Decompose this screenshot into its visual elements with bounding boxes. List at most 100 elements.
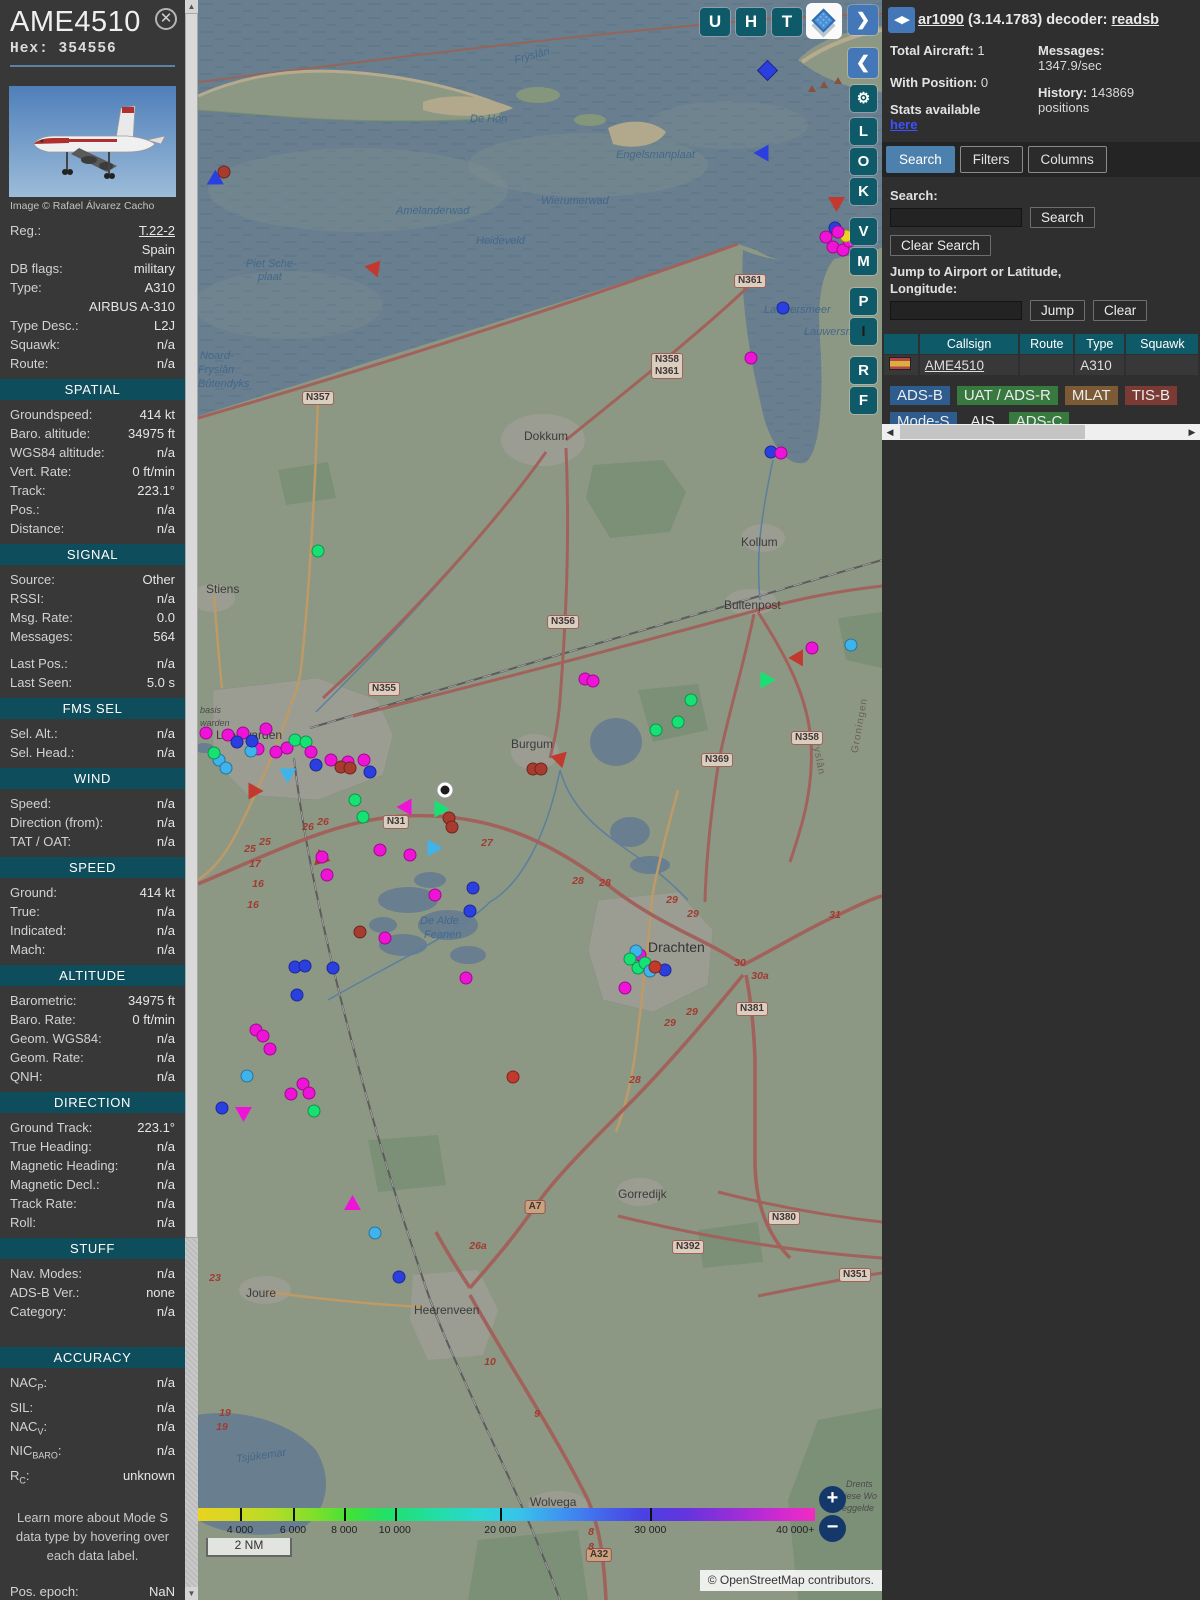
aircraft-history-dot[interactable] [263,1042,277,1056]
aircraft-history-dot[interactable] [805,641,819,655]
map-button-expand-panel[interactable]: ❯ [848,5,878,35]
aircraft-history-dot[interactable] [353,925,367,939]
aircraft-history-dot[interactable] [403,848,417,862]
table-row[interactable]: AME4510A31034975 [884,355,1200,375]
map-button-toggle-multiselect[interactable]: M [850,248,877,275]
aircraft-history-dot[interactable] [356,810,370,824]
aircraft-history-dot[interactable] [445,820,459,834]
aircraft-history-dot[interactable] [368,1226,382,1240]
aircraft-history-dot[interactable] [245,734,259,748]
aircraft-history-dot[interactable] [684,693,698,707]
aircraft-history-dot[interactable] [307,1104,321,1118]
scroll-down-icon[interactable]: ▼ [185,1587,198,1600]
scroll-right-icon[interactable]: ▶ [1184,424,1200,440]
aircraft-history-dot[interactable] [776,301,790,315]
aircraft-history-dot[interactable] [348,793,362,807]
aircraft-history-dot[interactable] [326,961,340,975]
aircraft-history-dot[interactable] [284,1087,298,1101]
aircraft-history-dot[interactable] [219,761,233,775]
map-button-settings[interactable]: ⚙ [850,85,877,112]
map-button-toggle-overlay[interactable]: O [850,148,877,175]
map-button-collapse-panel[interactable]: ❮ [848,48,878,78]
aircraft-history-dot[interactable] [463,904,477,918]
app-link[interactable]: ar1090 [918,12,964,28]
scroll-up-icon[interactable]: ▲ [185,0,198,13]
map-button-toggle-labels[interactable]: L [850,118,877,145]
map-button-toggle-isolate[interactable]: I [850,318,877,345]
sidebar-scrollbar[interactable]: ▲ ▼ [185,0,198,1600]
map-button-toggle-persistence[interactable]: P [850,288,877,315]
jump-input[interactable] [890,301,1022,320]
aircraft-history-dot[interactable] [373,843,387,857]
zoom-in-button[interactable]: + [819,1486,846,1513]
aircraft-history-dot[interactable] [240,1069,254,1083]
aircraft-history-dot[interactable] [378,931,392,945]
aircraft-history-dot[interactable] [744,351,758,365]
decoder-link[interactable]: readsb [1111,12,1159,28]
info-value[interactable]: T.22-2 [41,221,175,240]
aircraft-history-dot[interactable] [506,1070,520,1084]
scrollbar-thumb[interactable] [900,425,1085,439]
map-button-u[interactable]: U [700,8,730,36]
aircraft-history-dot[interactable] [774,446,788,460]
selected-aircraft-marker[interactable] [437,782,453,798]
aircraft-photo[interactable] [9,86,176,197]
column-header[interactable]: Squawk [1126,334,1199,354]
aircraft-history-dot[interactable] [304,745,318,759]
callsign-cell[interactable]: AME4510 [919,355,1019,375]
aircraft-history-dot[interactable] [428,888,442,902]
aircraft-history-dot[interactable] [217,165,231,179]
aircraft-history-dot[interactable] [671,715,685,729]
aircraft-history-dot[interactable] [309,758,323,772]
column-header[interactable]: Type [1075,334,1125,354]
search-button[interactable]: Search [1030,207,1095,228]
clear-search-button[interactable]: Clear Search [890,235,991,256]
map-button-toggle-follow[interactable]: F [850,387,877,414]
aircraft-history-dot[interactable] [199,726,213,740]
aircraft-history-dot[interactable] [831,225,845,239]
aircraft-history-dot[interactable] [207,746,221,760]
map-button-h[interactable]: H [736,8,766,36]
aircraft-history-dot[interactable] [343,761,357,775]
aircraft-history-dot[interactable] [302,1086,316,1100]
panel-collapse-button[interactable]: ◀▶ [888,7,915,33]
map-button-toggle-k[interactable]: K [850,178,877,205]
aircraft-history-dot[interactable] [618,981,632,995]
map-button-reset-view[interactable]: R [850,357,877,384]
jump-clear-button[interactable]: Clear [1093,300,1148,321]
aircraft-history-dot[interactable] [844,638,858,652]
tab-filters[interactable]: Filters [959,146,1023,173]
column-header[interactable]: Route [1020,334,1074,354]
sidebar-scrollbar-thumb[interactable] [185,13,198,1238]
aircraft-history-dot[interactable] [363,765,377,779]
tab-columns[interactable]: Columns [1027,146,1107,173]
aircraft-history-dot[interactable] [230,735,244,749]
table-horizontal-scrollbar[interactable]: ◀ ▶ [882,424,1200,440]
aircraft-history-dot[interactable] [466,881,480,895]
aircraft-history-dot[interactable] [298,959,312,973]
aircraft-history-dot[interactable] [215,1101,229,1115]
stats-here-link[interactable]: here [890,117,917,132]
aircraft-history-dot[interactable] [256,1029,270,1043]
search-input[interactable] [890,208,1022,227]
aircraft-history-dot[interactable] [648,960,662,974]
aircraft-history-dot[interactable] [320,868,334,882]
map-canvas[interactable]: Fryslân De Hon Engelsmanplaat Wierumerwad Am… [198,0,882,1600]
scroll-left-icon[interactable]: ◀ [882,424,898,440]
tab-search[interactable]: Search [886,146,955,173]
aircraft-history-dot[interactable] [534,762,548,776]
map-button-toggle-v[interactable]: V [850,218,877,245]
close-icon[interactable]: ✕ [155,8,177,30]
zoom-out-button[interactable]: − [819,1515,846,1542]
layers-button[interactable] [806,3,842,39]
aircraft-history-dot[interactable] [586,674,600,688]
aircraft-history-dot[interactable] [259,722,273,736]
aircraft-history-dot[interactable] [649,723,663,737]
aircraft-history-dot[interactable] [459,971,473,985]
map-button-t[interactable]: T [772,8,802,36]
aircraft-history-dot[interactable] [315,850,329,864]
aircraft-history-dot[interactable] [290,988,304,1002]
jump-button[interactable]: Jump [1030,300,1086,321]
aircraft-history-dot[interactable] [311,544,325,558]
column-header[interactable] [884,334,918,354]
